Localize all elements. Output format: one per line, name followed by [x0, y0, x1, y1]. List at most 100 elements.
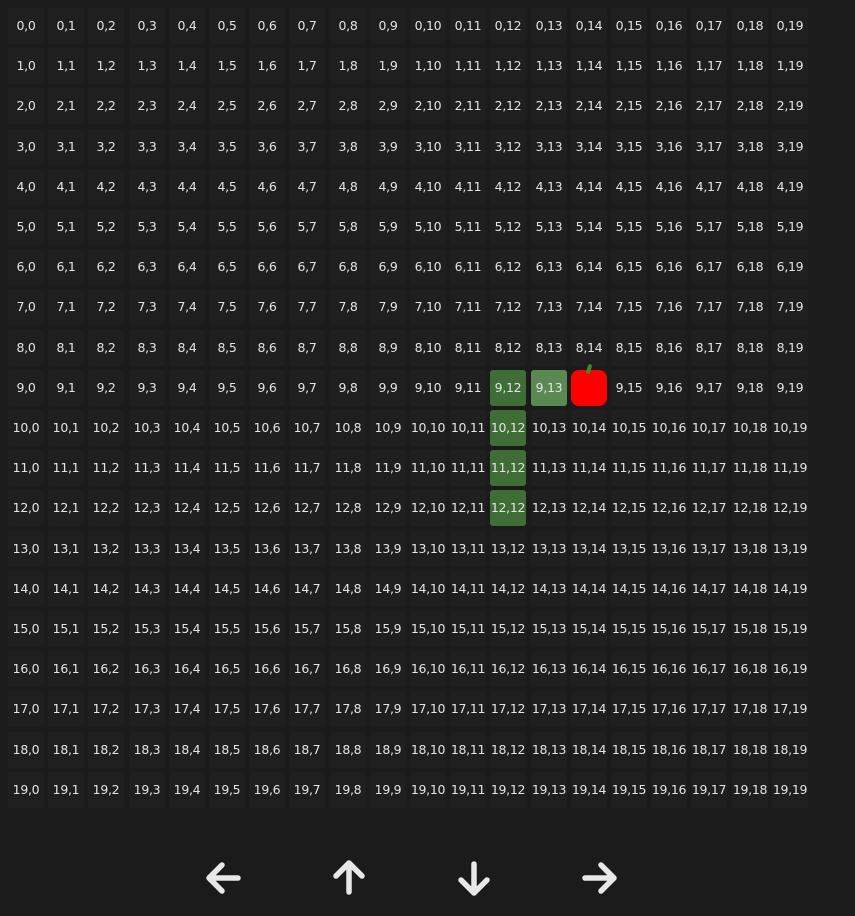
- cell-label: 9,9: [378, 380, 398, 395]
- cell-label: 8,9: [378, 340, 398, 355]
- grid-cell: 10,6: [249, 410, 285, 446]
- apple-cell: 9,14: [571, 363, 607, 406]
- cell-label: 15,17: [691, 621, 727, 636]
- cell-label: 5,7: [297, 219, 317, 234]
- cell-label: 4,3: [137, 179, 157, 194]
- cell-label: 4,0: [16, 179, 36, 194]
- grid-cell: 4,14: [571, 169, 607, 205]
- left-button[interactable]: [192, 846, 256, 910]
- cell-label: 15,12: [490, 621, 526, 636]
- grid-cell: 4,19: [772, 169, 808, 205]
- up-button[interactable]: [317, 846, 381, 910]
- cell-label: 5,11: [454, 219, 482, 234]
- cell-label: 0,7: [297, 18, 317, 33]
- arrow-up-icon: [333, 860, 365, 895]
- grid-cell: 4,4: [169, 169, 205, 205]
- cell-label: 1,9: [378, 58, 398, 73]
- cell-label: 15,8: [334, 621, 362, 636]
- cell-label: 13,9: [374, 541, 402, 556]
- grid-cell: 10,7: [289, 410, 325, 446]
- grid-cell: 0,2: [88, 8, 124, 44]
- cell-label: 14,0: [12, 581, 40, 596]
- cell-label: 12,6: [253, 500, 281, 515]
- cell-label: 2,6: [257, 98, 277, 113]
- grid-cell: 12,6: [249, 490, 285, 526]
- grid-cell: 4,10: [410, 169, 446, 205]
- cell-label: 1,7: [297, 58, 317, 73]
- cell-label: 15,0: [12, 621, 40, 636]
- cell-label: 18,6: [253, 742, 281, 757]
- cell-label: 14,1: [52, 581, 80, 596]
- right-button[interactable]: [567, 846, 631, 910]
- cell-label: 6,12: [494, 259, 522, 274]
- cell-label: 14,11: [450, 581, 486, 596]
- grid-cell: 5,12: [490, 209, 526, 245]
- grid-cell: 10,11: [450, 410, 486, 446]
- cell-label: 14,16: [651, 581, 687, 596]
- grid-cell: 16,10: [410, 651, 446, 687]
- grid-cell: 17,17: [691, 691, 727, 727]
- grid-cell: 12,8: [330, 490, 366, 526]
- cell-label: 14,17: [691, 581, 727, 596]
- cell-label: 13,13: [531, 541, 567, 556]
- cell-label: 3,9: [378, 139, 398, 154]
- cell-label: 4,12: [494, 179, 522, 194]
- cell-label: 14,7: [293, 581, 321, 596]
- grid-cell: 12,4: [169, 490, 205, 526]
- grid-cell: 1,4: [169, 48, 205, 84]
- cell-label: 17,10: [410, 701, 446, 716]
- cell-label: 2,11: [454, 98, 482, 113]
- grid-cell: 19,0: [8, 772, 44, 808]
- grid-cell: 15,16: [651, 611, 687, 647]
- cell-label: 7,4: [177, 299, 197, 314]
- grid-cell: 2,1: [48, 88, 84, 124]
- grid-cell: 1,14: [571, 48, 607, 84]
- grid-cell: 8,18: [732, 330, 768, 366]
- grid-cell: 19,1: [48, 772, 84, 808]
- grid-cell: 9,0: [8, 370, 44, 406]
- grid-cell: 18,4: [169, 732, 205, 768]
- cell-label: 7,3: [137, 299, 157, 314]
- down-button[interactable]: [442, 846, 506, 910]
- grid-cell: 9,8: [330, 370, 366, 406]
- grid-cell: 6,7: [289, 249, 325, 285]
- grid-cell: 6,16: [651, 249, 687, 285]
- snake-segment: 11,12: [490, 450, 526, 486]
- grid-cell: 14,1: [48, 571, 84, 607]
- grid-cell: 19,7: [289, 772, 325, 808]
- cell-label: 4,4: [177, 179, 197, 194]
- grid-cell: 7,18: [732, 289, 768, 325]
- grid-cell: 3,12: [490, 129, 526, 165]
- grid-cell: 5,17: [691, 209, 727, 245]
- cell-label: 0,15: [615, 18, 643, 33]
- grid-cell: 12,0: [8, 490, 44, 526]
- cell-label: 7,2: [96, 299, 116, 314]
- grid-cell: 12,10: [410, 490, 446, 526]
- grid-cell: 14,10: [410, 571, 446, 607]
- cell-label: 12,4: [173, 500, 201, 515]
- grid-cell: 17,4: [169, 691, 205, 727]
- cell-label: 10,16: [651, 420, 687, 435]
- grid-cell: 2,16: [651, 88, 687, 124]
- grid-cell: 16,3: [129, 651, 165, 687]
- cell-label: 5,19: [776, 219, 804, 234]
- cell-label: 7,14: [575, 299, 603, 314]
- grid-cell: 1,5: [209, 48, 245, 84]
- cell-label: 15,11: [450, 621, 486, 636]
- game-board: 0,0 0,1 0,2 0,3 0,4 0,5 0,6 0,7 0,8 0,9 0,10 0,11 0,…: [8, 8, 812, 812]
- grid-cell: 5,3: [129, 209, 165, 245]
- cell-label: 8,2: [96, 340, 116, 355]
- cell-label: 16,15: [611, 661, 647, 676]
- cell-label: 10,8: [334, 420, 362, 435]
- grid-cell: 14,11: [450, 571, 486, 607]
- grid-cell: 2,10: [410, 88, 446, 124]
- cell-label: 8,12: [494, 340, 522, 355]
- cell-label: 3,17: [695, 139, 723, 154]
- grid-cell: 15,0: [8, 611, 44, 647]
- cell-label: 17,1: [52, 701, 80, 716]
- cell-label: 8,17: [695, 340, 723, 355]
- cell-label: 12,13: [531, 500, 567, 515]
- cell-label: 9,6: [257, 380, 277, 395]
- cell-label: 17,19: [772, 701, 808, 716]
- grid-cell: 17,16: [651, 691, 687, 727]
